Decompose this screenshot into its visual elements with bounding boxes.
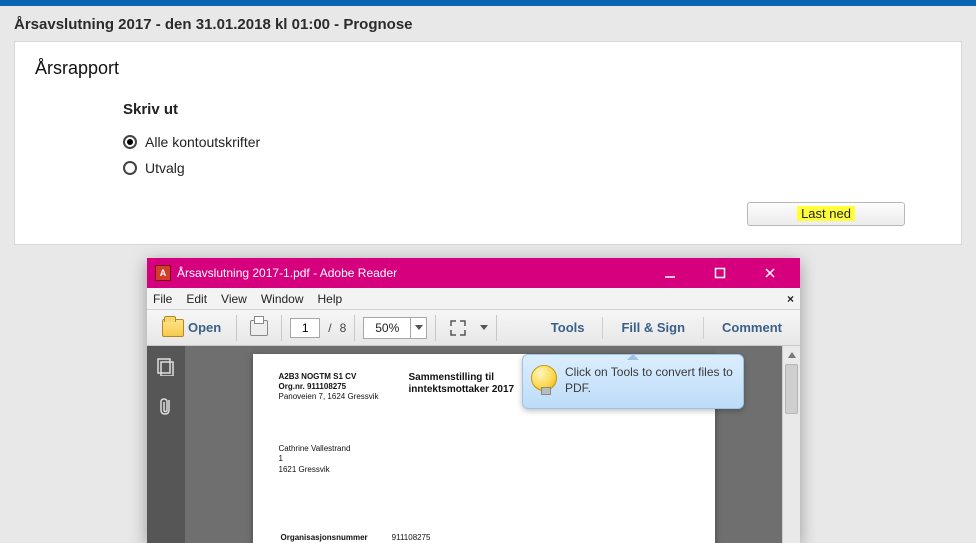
comment-button[interactable]: Comment: [712, 320, 792, 335]
radio-all-label: Alle kontoutskrifter: [145, 134, 260, 150]
document-area: A2B3 NOGTM S1 CV Org.nr. 911108275 Panov…: [147, 346, 800, 543]
radio-selection-label: Utvalg: [145, 160, 185, 176]
radio-all[interactable]: [123, 135, 137, 149]
zoom-select[interactable]: 50%: [363, 317, 427, 339]
lightbulb-icon: [531, 365, 557, 391]
pdf-detail-table: Organisasjonsnummer911108275 NavnCathrin…: [279, 531, 488, 543]
page-sep: /: [328, 321, 331, 335]
report-panel: Årsrapport Skriv ut Alle kontoutskrifter…: [14, 41, 962, 245]
thumbnails-icon[interactable]: [155, 356, 177, 378]
document-viewport[interactable]: A2B3 NOGTM S1 CV Org.nr. 911108275 Panov…: [185, 346, 782, 543]
expand-icon: [449, 319, 467, 337]
zoom-value: 50%: [364, 321, 410, 335]
vertical-scrollbar[interactable]: [782, 346, 800, 543]
panel-title: Årsrapport: [15, 42, 961, 91]
page-number-input[interactable]: [290, 318, 320, 338]
tooltip-text: Click on Tools to convert files to PDF.: [565, 365, 733, 395]
open-label: Open: [188, 320, 221, 335]
printer-icon: [250, 320, 268, 336]
reader-title: Årsavslutning 2017-1.pdf - Adobe Reader: [177, 266, 397, 280]
document-close-button[interactable]: ×: [787, 292, 794, 306]
toolbar-separator: [236, 315, 237, 341]
attachments-icon[interactable]: [155, 396, 177, 418]
menu-view[interactable]: View: [221, 292, 247, 306]
print-button[interactable]: [245, 315, 273, 341]
tools-button[interactable]: Tools: [541, 320, 595, 335]
pdf-recipient-post: 1621 Gressvik: [279, 465, 689, 475]
print-section: Skriv ut Alle kontoutskrifter Utvalg: [15, 91, 961, 176]
pdf-t-lbl1: Organisasjonsnummer: [281, 533, 390, 542]
pdf-app-icon: A: [155, 265, 171, 281]
page-total: 8: [340, 321, 347, 335]
section-title: Skriv ut: [123, 101, 961, 118]
window-close-button[interactable]: [748, 259, 792, 287]
window-minimize-button[interactable]: [648, 259, 692, 287]
fit-dropdown-icon[interactable]: [480, 325, 488, 330]
reader-titlebar[interactable]: A Årsavslutning 2017-1.pdf - Adobe Reade…: [147, 258, 800, 288]
tools-tooltip: Click on Tools to convert files to PDF.: [522, 354, 744, 409]
pdf-t-val1: 911108275: [392, 533, 486, 542]
toolbar-separator: [602, 317, 603, 339]
pdf-heading-1: Sammenstilling til: [409, 372, 515, 384]
toolbar-separator: [354, 315, 355, 341]
tooltip-caret-icon: [627, 354, 639, 360]
reader-menubar: File Edit View Window Help ×: [147, 288, 800, 310]
toolbar-separator: [281, 315, 282, 341]
fit-page-button[interactable]: [444, 315, 472, 341]
toolbar-separator: [496, 315, 497, 341]
adobe-reader-window: A Årsavslutning 2017-1.pdf - Adobe Reade…: [147, 258, 800, 543]
radio-selection-row[interactable]: Utvalg: [123, 160, 961, 176]
radio-all-row[interactable]: Alle kontoutskrifter: [123, 134, 961, 150]
zoom-dropdown-icon[interactable]: [410, 318, 426, 338]
fill-sign-button[interactable]: Fill & Sign: [611, 320, 695, 335]
menu-file[interactable]: File: [153, 292, 172, 306]
pdf-heading-2: inntektsmottaker 2017: [409, 384, 515, 396]
menu-help[interactable]: Help: [318, 292, 343, 306]
toolbar-separator: [703, 317, 704, 339]
radio-selection[interactable]: [123, 161, 137, 175]
scroll-thumb[interactable]: [785, 364, 798, 414]
menu-edit[interactable]: Edit: [186, 292, 207, 306]
pdf-recipient-name: Cathrine Vallestrand: [279, 444, 689, 454]
window-maximize-button[interactable]: [698, 259, 742, 287]
open-button[interactable]: Open: [155, 315, 228, 341]
toolbar-separator: [435, 315, 436, 341]
reader-toolbar: Open / 8 50% Tools Fill & Sign Comment: [147, 310, 800, 346]
button-row: Last ned: [15, 186, 961, 226]
menu-window[interactable]: Window: [261, 292, 304, 306]
scroll-up-icon[interactable]: [783, 346, 800, 364]
folder-icon: [162, 319, 184, 337]
page-title: Årsavslutning 2017 - den 31.01.2018 kl 0…: [0, 6, 976, 41]
side-rail: [147, 346, 185, 543]
download-button[interactable]: Last ned: [747, 202, 905, 226]
download-button-label: Last ned: [797, 206, 855, 221]
pdf-recipient-id: 1: [279, 454, 689, 464]
